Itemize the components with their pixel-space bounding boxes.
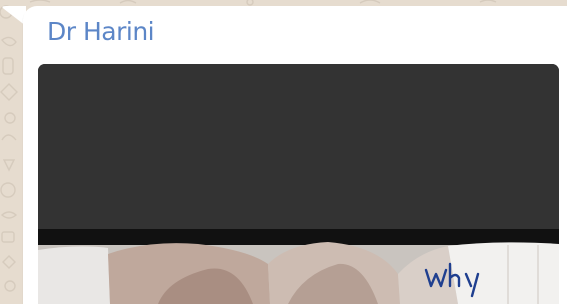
- sender-name[interactable]: Dr Harini: [47, 17, 155, 46]
- image-content: [38, 64, 559, 304]
- message-image[interactable]: [38, 64, 559, 304]
